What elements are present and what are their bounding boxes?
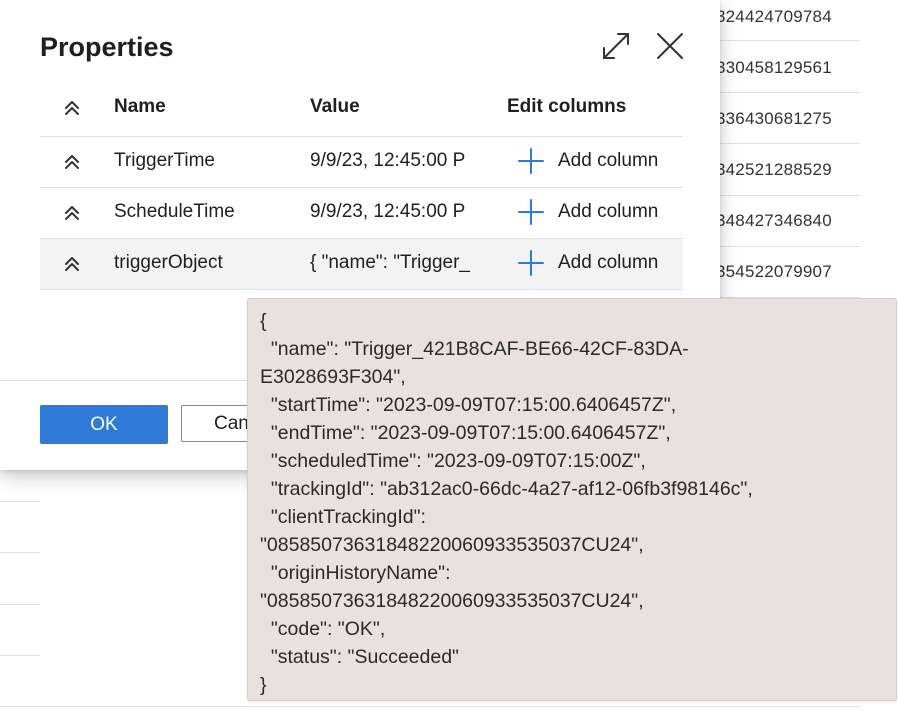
plus-icon [518, 199, 544, 225]
plus-icon [518, 250, 544, 276]
background-id-cell: 330458129561 [716, 58, 832, 77]
column-header-edit-columns: Edit columns [507, 96, 627, 117]
add-column-button[interactable]: Add column [518, 146, 658, 176]
add-column-label: Add column [558, 201, 659, 222]
background-id-cell: 342521288529 [716, 160, 832, 179]
collapse-all-icon[interactable] [62, 98, 82, 118]
add-column-label: Add column [558, 150, 659, 171]
ok-button[interactable]: OK [40, 405, 168, 444]
background-row-divider [0, 552, 40, 553]
property-name: triggerObject [114, 252, 223, 273]
background-row-divider [0, 706, 860, 707]
background-id-cell: 354522079907 [716, 262, 832, 281]
background-row-divider [0, 655, 40, 656]
property-name: TriggerTime [114, 150, 215, 171]
move-up-icon[interactable] [62, 254, 82, 274]
plus-icon [518, 148, 544, 174]
value-tooltip: { "name": "Trigger_421B8CAF-BE66-42CF-83… [247, 298, 897, 701]
add-column-button[interactable]: Add column [518, 197, 658, 227]
background-id-cell: 324424709784 [716, 7, 832, 26]
tooltip-json-text: { "name": "Trigger_421B8CAF-BE66-42CF-83… [260, 310, 753, 696]
move-up-icon[interactable] [62, 203, 82, 223]
property-row: TriggerTime 9/9/23, 12:45:00 P Add colum… [40, 136, 683, 187]
cancel-label: Can [214, 412, 249, 434]
background-row-divider [0, 604, 40, 605]
property-name: ScheduleTime [114, 201, 235, 222]
property-value: 9/9/23, 12:45:00 P [310, 150, 466, 171]
property-value: { "name": "Trigger_ [310, 252, 470, 273]
maximize-icon[interactable] [600, 30, 632, 62]
add-column-label: Add column [558, 252, 659, 273]
add-column-button[interactable]: Add column [518, 248, 658, 278]
table-bottom-divider [40, 289, 683, 290]
move-up-icon[interactable] [62, 152, 82, 172]
property-row: ScheduleTime 9/9/23, 12:45:00 P Add colu… [40, 187, 683, 238]
close-icon[interactable] [655, 31, 685, 61]
property-row-hovered: triggerObject { "name": "Trigger_ Add co… [40, 238, 683, 289]
background-id-cell: 348427346840 [716, 211, 832, 230]
background-id-cell: 336430681275 [716, 109, 832, 128]
column-header-value: Value [310, 96, 360, 117]
background-row-divider [0, 501, 40, 502]
dialog-title: Properties [40, 32, 174, 62]
column-header-name: Name [114, 96, 166, 117]
property-value: 9/9/23, 12:45:00 P [310, 201, 466, 222]
